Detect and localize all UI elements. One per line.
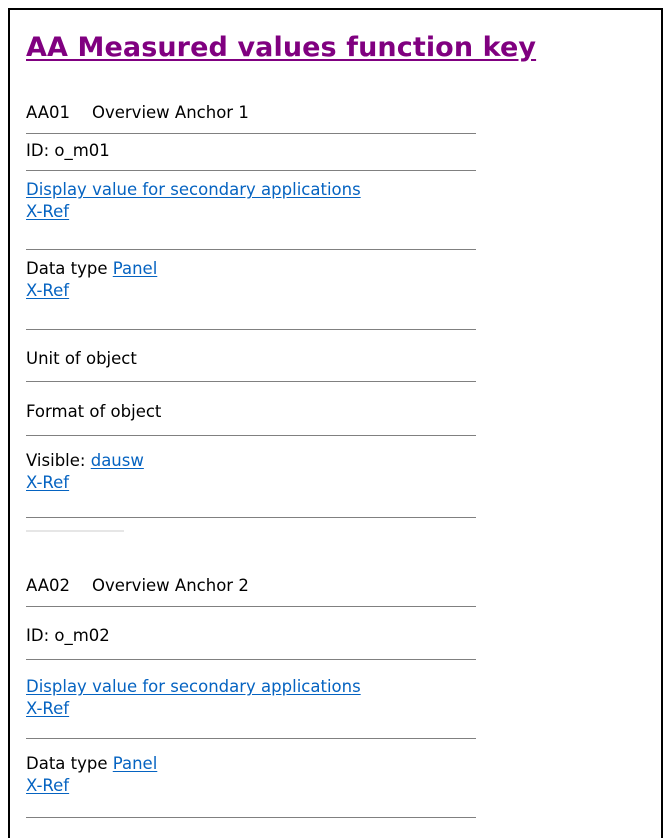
data-type-row: Data type Panel X-Ref <box>26 739 476 818</box>
unit-label: Unit of object <box>26 349 137 368</box>
unit-row: Unit of object <box>26 330 476 382</box>
data-type-xref-link[interactable]: X-Ref <box>26 281 69 300</box>
data-type-row: Data type Panel X-Ref <box>26 250 476 330</box>
entry-header-aa01: AA01 Overview Anchor 1 <box>26 96 476 134</box>
entry-id-row: ID: o_m02 <box>26 607 476 660</box>
display-value-link[interactable]: Display value for secondary applications <box>26 677 361 696</box>
format-row: Format of object <box>26 382 476 436</box>
entry-id-row: ID: o_m01 <box>26 134 476 171</box>
data-type-link[interactable]: Panel <box>113 754 158 773</box>
display-value-row: Display value for secondary applications… <box>26 660 476 739</box>
entry-name: Overview Anchor 1 <box>92 103 249 122</box>
entry-header-aa02: AA02 Overview Anchor 2 <box>26 569 476 607</box>
display-xref-link[interactable]: X-Ref <box>26 202 69 221</box>
visible-link[interactable]: dausw <box>91 451 144 470</box>
page-title: AA Measured values function key <box>26 32 537 63</box>
entry-code: AA01 <box>26 103 71 122</box>
visible-row: Visible: dausw X-Ref <box>26 436 476 518</box>
display-value-link[interactable]: Display value for secondary applications <box>26 180 361 199</box>
entry-name: Overview Anchor 2 <box>92 576 249 595</box>
visible-xref-link[interactable]: X-Ref <box>26 473 69 492</box>
data-type-label: Data type <box>26 754 108 773</box>
display-value-row: Display value for secondary applications… <box>26 171 476 250</box>
data-type-xref-link[interactable]: X-Ref <box>26 776 69 795</box>
display-xref-link[interactable]: X-Ref <box>26 699 69 718</box>
entry-id: ID: o_m02 <box>26 626 110 645</box>
data-type-link[interactable]: Panel <box>113 259 158 278</box>
function-key-list: AA01 Overview Anchor 1 ID: o_m01 Display … <box>26 96 476 818</box>
format-label: Format of object <box>26 402 162 421</box>
entry-code: AA02 <box>26 576 71 595</box>
entry-id: ID: o_m01 <box>26 141 110 160</box>
visible-label: Visible: <box>26 451 86 470</box>
data-type-label: Data type <box>26 259 108 278</box>
